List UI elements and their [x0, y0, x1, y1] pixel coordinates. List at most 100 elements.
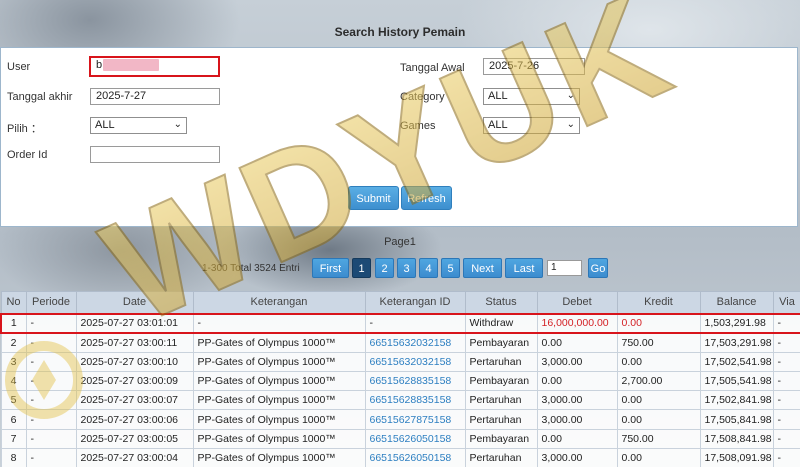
cell-no: 6 [0, 409, 27, 430]
cell-via: - [772, 351, 800, 372]
entries-info: 1-300 Total 3524 Entri [202, 263, 300, 274]
cell-periode: - [25, 312, 77, 334]
table-row: 8 - 2025-07-27 03:00:04 PP-Gates of Olym… [0, 448, 800, 467]
page-indicator: Page1 [384, 236, 416, 248]
column-header-keterangan[interactable]: Keterangan [192, 291, 366, 314]
column-header-no[interactable]: No [0, 291, 27, 314]
cell-date: 2025-07-27 03:00:10 [75, 351, 194, 372]
last-page-button[interactable]: Last [505, 258, 543, 278]
page-button-2[interactable]: 2 [375, 258, 394, 278]
pilih-select-value: ALL [95, 119, 115, 131]
cell-keterangan-id-link[interactable]: 66515628835158 [364, 390, 466, 411]
cell-no: 5 [0, 390, 27, 411]
cell-kredit: 0.00 [616, 409, 701, 430]
cell-no: 2 [0, 332, 27, 353]
order-id-input[interactable] [90, 146, 220, 163]
user-input-value: b [96, 59, 103, 71]
page-button-4[interactable]: 4 [419, 258, 438, 278]
cell-status: Pembayaran [464, 332, 538, 353]
cell-debet: 3,000.00 [536, 448, 618, 467]
tanggal-awal-input[interactable]: 2025-7-26 [483, 58, 585, 75]
cell-debet: 16,000,000.00 [536, 312, 618, 334]
tanggal-awal-label: Tanggal Awal [400, 62, 465, 74]
table-row: 3 - 2025-07-27 03:00:10 PP-Gates of Olym… [0, 351, 800, 372]
user-input[interactable]: b [89, 56, 220, 77]
cell-debet: 0.00 [536, 370, 618, 392]
table-header-row: No Periode Date Keterangan Keterangan ID… [0, 291, 800, 314]
redacted-mask [103, 59, 159, 71]
cell-balance: 17,505,841.98 [699, 409, 774, 430]
cell-kredit: 750.00 [616, 428, 701, 450]
cell-periode: - [25, 390, 77, 411]
category-select[interactable]: ALL ⌄ [483, 88, 580, 105]
cell-date: 2025-07-27 03:00:07 [75, 390, 194, 411]
column-header-status[interactable]: Status [464, 291, 538, 314]
go-button[interactable]: Go [588, 258, 608, 278]
cell-date: 2025-07-27 03:00:11 [75, 332, 194, 353]
cell-status: Pembayaran [464, 428, 538, 450]
refresh-button[interactable]: Refresh [401, 186, 452, 210]
cell-periode: - [25, 448, 77, 467]
cell-keterangan-id-link[interactable]: 66515627875158 [364, 409, 466, 430]
cell-no: 7 [0, 428, 27, 450]
cell-balance: 17,508,841.98 [699, 428, 774, 450]
cell-debet: 0.00 [536, 428, 618, 450]
category-select-value: ALL [488, 90, 508, 102]
cell-status: Withdraw [464, 312, 538, 334]
cell-date: 2025-07-27 03:00:09 [75, 370, 194, 392]
cell-debet: 3,000.00 [536, 409, 618, 430]
tanggal-akhir-input[interactable]: 2025-7-27 [90, 88, 220, 105]
cell-date: 2025-07-27 03:00:05 [75, 428, 194, 450]
column-header-kredit[interactable]: Kredit [616, 291, 701, 314]
cell-date: 2025-07-27 03:01:01 [75, 312, 194, 334]
column-header-debet[interactable]: Debet [536, 291, 618, 314]
order-id-label: Order Id [7, 149, 48, 161]
cell-keterangan: PP-Gates of Olympus 1000™ [192, 351, 366, 372]
column-header-date[interactable]: Date [75, 291, 194, 314]
cell-balance: 17,502,841.98 [699, 390, 774, 411]
cell-no: 3 [0, 351, 27, 372]
cell-keterangan-id: - [364, 312, 466, 334]
column-header-balance[interactable]: Balance [699, 291, 774, 314]
cell-debet: 3,000.00 [536, 390, 618, 411]
page-button-5[interactable]: 5 [441, 258, 460, 278]
column-header-periode[interactable]: Periode [25, 291, 77, 314]
cell-keterangan-id-link[interactable]: 66515626050158 [364, 448, 466, 467]
cell-via: - [772, 428, 800, 450]
cell-status: Pertaruhan [464, 351, 538, 372]
cell-periode: - [25, 409, 77, 430]
cell-no: 4 [0, 370, 27, 392]
submit-button[interactable]: Submit [348, 186, 399, 210]
page-button-3[interactable]: 3 [397, 258, 416, 278]
games-select[interactable]: ALL ⌄ [483, 117, 580, 134]
cell-balance: 17,503,291.98 [699, 332, 774, 353]
page-button-1[interactable]: 1 [352, 258, 371, 278]
pilih-select[interactable]: ALL ⌄ [90, 117, 187, 134]
cell-no: 1 [0, 312, 27, 334]
page-number-input[interactable]: 1 [547, 260, 582, 276]
cell-balance: 17,502,541.98 [699, 351, 774, 372]
first-page-button[interactable]: First [312, 258, 349, 278]
cell-periode: - [25, 428, 77, 450]
cell-keterangan-id-link[interactable]: 66515628835158 [364, 370, 466, 392]
cell-kredit: 0.00 [616, 312, 701, 334]
table-row: 5 - 2025-07-27 03:00:07 PP-Gates of Olym… [0, 390, 800, 411]
cell-kredit: 2,700.00 [616, 370, 701, 392]
cell-keterangan: - [192, 312, 366, 334]
cell-keterangan-id-link[interactable]: 66515626050158 [364, 428, 466, 450]
chevron-down-icon: ⌄ [566, 119, 575, 130]
cell-kredit: 0.00 [616, 351, 701, 372]
cell-periode: - [25, 332, 77, 353]
cell-keterangan-id-link[interactable]: 66515632032158 [364, 332, 466, 353]
column-header-keterangan-id[interactable]: Keterangan ID [364, 291, 466, 314]
table-row-highlighted: 1 - 2025-07-27 03:01:01 - - Withdraw 16,… [0, 312, 800, 334]
chevron-down-icon: ⌄ [173, 119, 182, 130]
next-page-button[interactable]: Next [463, 258, 502, 278]
cell-via: - [772, 448, 800, 467]
cell-via: - [772, 390, 800, 411]
table-row: 2 - 2025-07-27 03:00:11 PP-Gates of Olym… [0, 332, 800, 353]
cell-keterangan: PP-Gates of Olympus 1000™ [192, 448, 366, 467]
cell-keterangan-id-link[interactable]: 66515632032158 [364, 351, 466, 372]
column-header-via[interactable]: Via [772, 291, 800, 314]
cell-balance: 17,505,541.98 [699, 370, 774, 392]
